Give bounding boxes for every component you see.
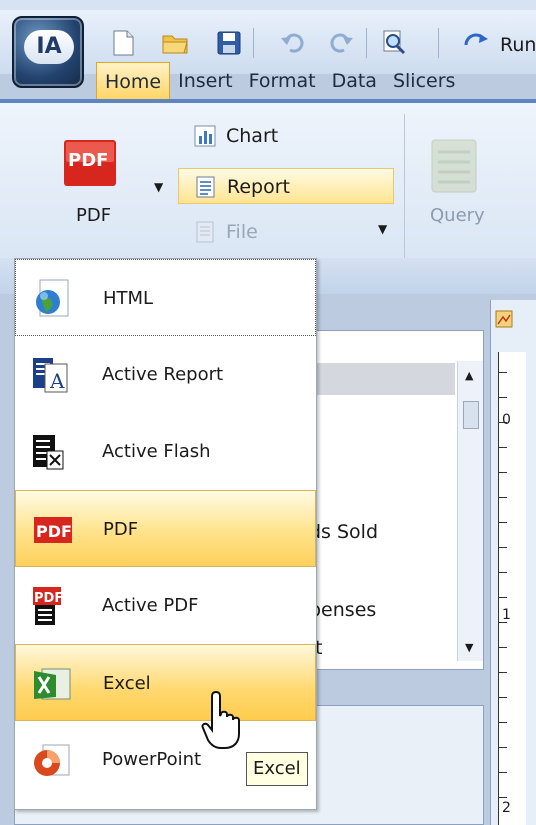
open-folder-icon[interactable]	[160, 28, 190, 58]
ribbon-tabs: Home Insert Format Data Slicers	[96, 62, 463, 100]
active-flash-icon	[33, 435, 64, 470]
run-icon[interactable]	[462, 28, 492, 58]
svg-text:PDF: PDF	[34, 591, 63, 606]
pdf-button-label[interactable]: PDF	[76, 205, 111, 226]
pdf-large-icon-text: PDF	[68, 150, 109, 171]
chart-option-label: Chart	[226, 125, 279, 147]
vertical-scrollbar[interactable]: ▲ ▼	[457, 361, 483, 661]
ruler-number: 1	[502, 607, 511, 623]
pdf-icon: PDF	[34, 517, 72, 543]
menu-item-active-report[interactable]: A Active Report	[15, 336, 316, 413]
report-option-label: Report	[227, 176, 290, 198]
tab-home[interactable]: Home	[96, 62, 171, 100]
powerpoint-icon	[34, 744, 70, 776]
hand-pointer-cursor-icon	[201, 690, 240, 749]
list-item-fragment: penses	[309, 599, 377, 621]
file-icon	[196, 221, 214, 243]
menu-item-active-flash[interactable]: Active Flash	[15, 413, 316, 490]
file-option[interactable]: File	[178, 214, 298, 250]
save-icon[interactable]	[214, 28, 244, 58]
menu-item-label: PowerPoint	[102, 749, 202, 770]
pdf-dropdown-arrow-icon[interactable]: ▼	[154, 180, 163, 194]
file-dropdown-arrow-icon[interactable]: ▼	[378, 222, 387, 236]
menu-item-label: HTML	[103, 288, 154, 309]
menu-item-label: PDF	[103, 519, 139, 540]
globe-icon	[36, 279, 69, 317]
layout-icon	[495, 310, 513, 328]
query-icon[interactable]	[428, 138, 490, 196]
application-menu-button[interactable]: IA	[12, 16, 84, 88]
ribbon-group-separator	[404, 114, 405, 264]
active-report-icon: A	[33, 358, 68, 393]
menu-item-label: Active Report	[102, 364, 224, 385]
list-item-fragment: ds Sold	[309, 521, 379, 543]
ruler-number: 2	[502, 800, 511, 816]
tab-insert[interactable]: Insert	[170, 62, 241, 100]
vertical-ruler: 0 1 2	[498, 352, 526, 825]
window-top-strip	[0, 0, 536, 10]
file-option-label: File	[226, 221, 258, 243]
pdf-output-format-menu: HTML A Active Report Active Flash PDF PD…	[14, 258, 317, 810]
redo-icon[interactable]	[326, 28, 356, 58]
scrollbar-thumb[interactable]	[463, 401, 479, 429]
toolbar-separator	[366, 28, 367, 58]
run-button-label[interactable]: Run	[500, 34, 536, 56]
query-button-label[interactable]: Query	[430, 205, 485, 226]
excel-icon	[34, 668, 71, 700]
new-document-icon[interactable]	[108, 28, 138, 58]
svg-text:A: A	[49, 369, 65, 393]
undo-icon[interactable]	[278, 28, 308, 58]
chart-icon	[194, 125, 216, 147]
menu-item-pdf[interactable]: PDF PDF	[15, 490, 316, 567]
tab-data[interactable]: Data	[324, 62, 385, 100]
active-pdf-icon: PDF	[33, 587, 63, 625]
menu-item-active-pdf[interactable]: PDF Active PDF	[15, 567, 316, 644]
menu-item-label: Excel	[103, 673, 151, 694]
svg-text:PDF: PDF	[36, 522, 72, 541]
tooltip: Excel	[246, 752, 308, 786]
search-document-icon[interactable]	[378, 28, 408, 58]
toolbar-separator	[438, 28, 439, 58]
report-icon	[196, 176, 215, 198]
scroll-down-arrow-icon[interactable]: ▼	[465, 641, 473, 654]
report-option[interactable]: Report	[178, 168, 394, 204]
scroll-up-arrow-icon[interactable]: ▲	[465, 369, 473, 382]
tab-slicers[interactable]: Slicers	[385, 62, 463, 100]
tab-format[interactable]: Format	[241, 62, 324, 100]
menu-item-label: Active Flash	[102, 441, 211, 462]
app-logo: IA	[24, 30, 74, 64]
menu-item-excel[interactable]: Excel	[15, 644, 316, 721]
menu-item-label: Active PDF	[102, 595, 199, 616]
ruler-number: 0	[502, 412, 511, 428]
menu-item-html[interactable]: HTML	[15, 259, 316, 336]
chart-option[interactable]: Chart	[178, 118, 298, 154]
toolbar-separator	[253, 28, 254, 58]
